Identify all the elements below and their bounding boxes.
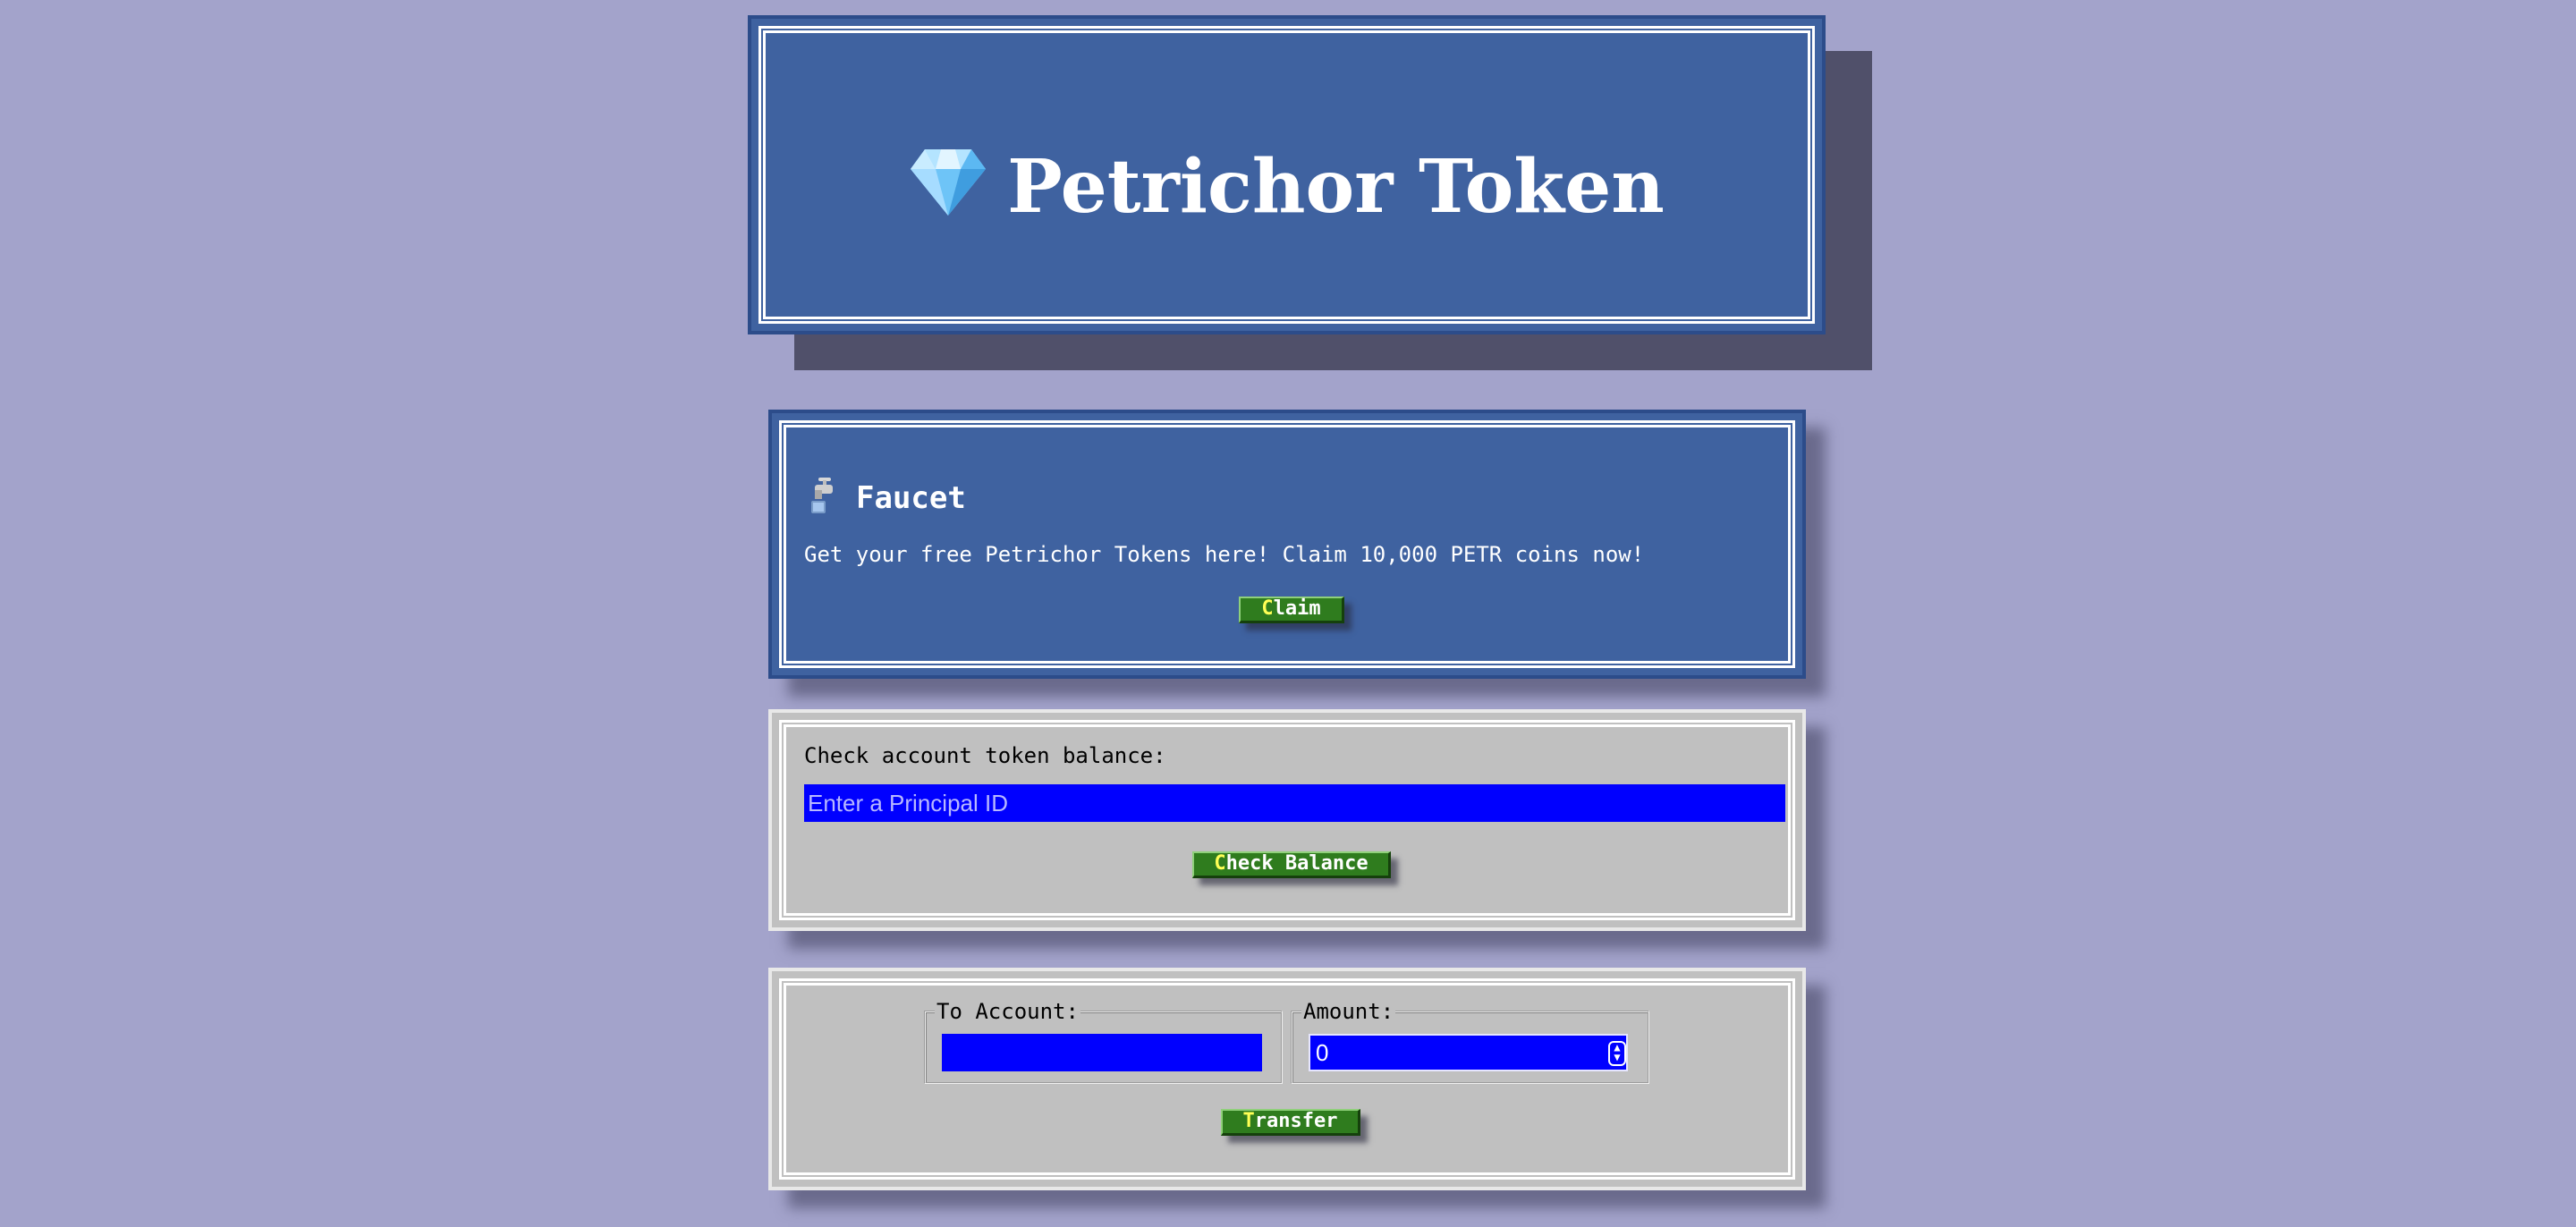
chevron-down-icon[interactable]: ▼	[1610, 1052, 1624, 1062]
balance-label: Check account token balance:	[804, 743, 1166, 768]
faucet-title: Faucet	[856, 480, 966, 516]
gem-icon	[911, 149, 987, 216]
faucet-icon	[811, 478, 833, 513]
principal-id-input[interactable]	[804, 784, 1785, 822]
title-banner: Petrichor Token	[748, 15, 1826, 334]
transfer-label: ransfer	[1254, 1110, 1338, 1132]
to-account-fieldset: To Account:	[924, 1000, 1283, 1084]
amount-fieldset: Amount: ▲ ▼	[1291, 1000, 1649, 1084]
claim-accesskey: C	[1261, 597, 1274, 620]
amount-input[interactable]	[1309, 1034, 1628, 1071]
claim-label: laim	[1273, 597, 1321, 620]
faucet-description: Get your free Petrichor Tokens here! Cla…	[804, 542, 1645, 567]
transfer-accesskey: T	[1242, 1110, 1255, 1132]
page-title-row: Petrichor Token	[751, 142, 1822, 232]
faucet-panel: Faucet Get your free Petrichor Tokens he…	[768, 410, 1806, 679]
to-account-legend: To Account:	[935, 999, 1080, 1024]
amount-stepper[interactable]: ▲ ▼	[1608, 1041, 1626, 1066]
transfer-panel: To Account: Amount: ▲ ▼ Transfer	[768, 968, 1806, 1190]
claim-button[interactable]: Claim	[1239, 597, 1344, 623]
to-account-input[interactable]	[942, 1034, 1262, 1071]
balance-panel: Check account token balance: Check Balan…	[768, 709, 1806, 931]
transfer-button[interactable]: Transfer	[1221, 1109, 1360, 1136]
amount-legend: Amount:	[1301, 999, 1396, 1024]
check-balance-accesskey: C	[1214, 852, 1226, 875]
page-title: Petrichor Token	[1007, 144, 1665, 230]
faucet-heading: Faucet	[804, 476, 966, 519]
check-balance-button[interactable]: Check Balance	[1192, 851, 1391, 878]
check-balance-label: heck Balance	[1225, 852, 1368, 875]
